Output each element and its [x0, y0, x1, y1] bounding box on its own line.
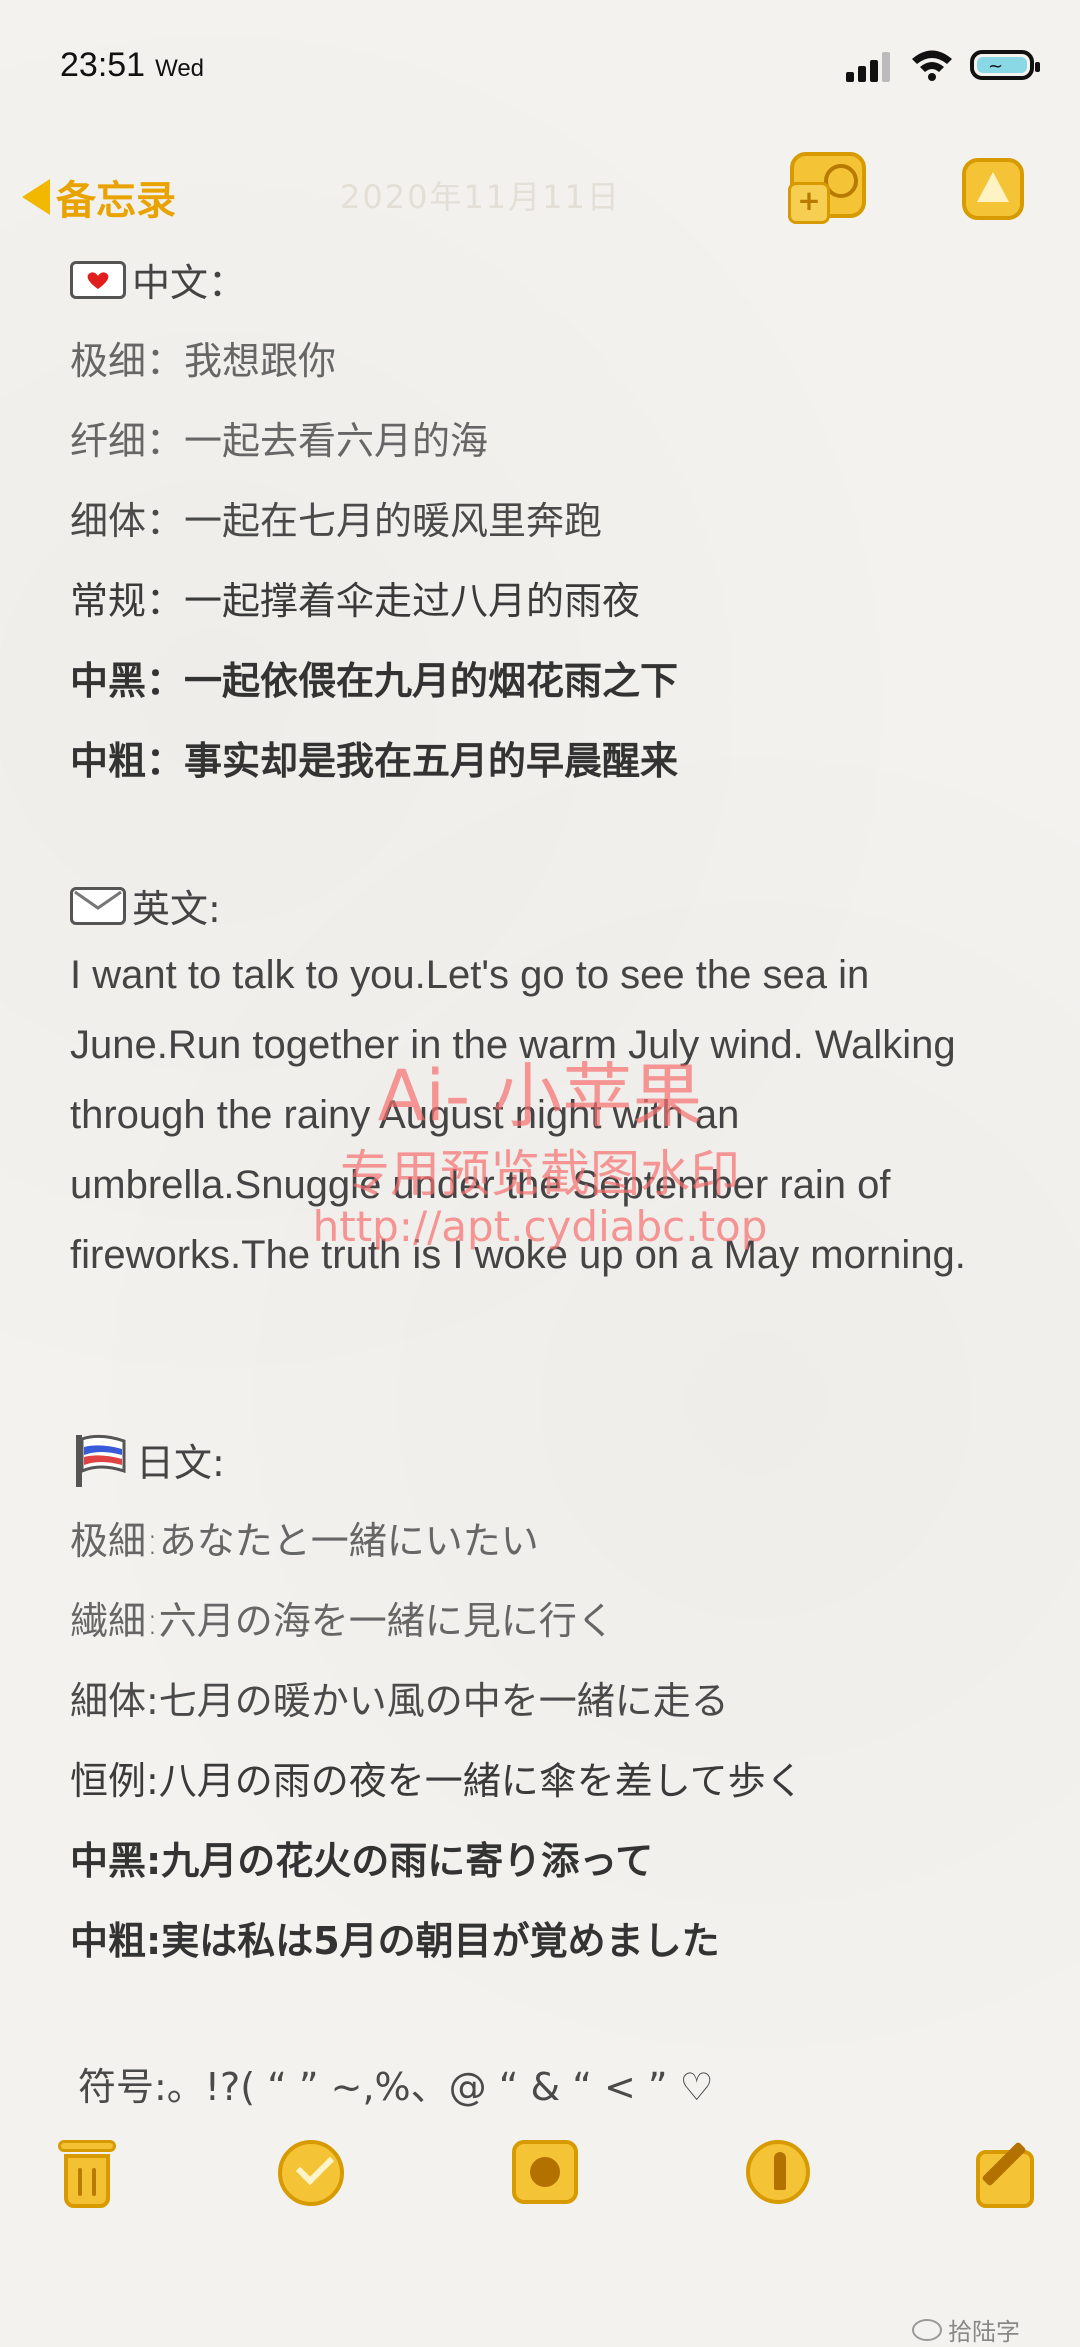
japanese-line: 极細:あなたと一緒にいたい	[70, 1519, 539, 1563]
compose-icon[interactable]	[976, 2141, 1034, 2208]
signal-icon	[846, 52, 896, 82]
japanese-line: 中黑:九月の花火の雨に寄り添って	[70, 1839, 654, 1883]
japanese-line: 細体:七月の暖かい風の中を一緒に走る	[70, 1679, 729, 1723]
chinese-line: 常规：一起撑着伞走过八月的雨夜	[70, 579, 641, 623]
symbols-line: 符号:。!?( “ ” ~,%、@ “ & “ < ” ♡	[78, 2065, 714, 2109]
back-arrow-icon	[22, 179, 50, 215]
add-people-icon[interactable]: +	[788, 152, 866, 224]
wifi-icon	[910, 48, 954, 86]
status-time: 23:51 Wed	[60, 46, 205, 84]
watermark-line-1: Ai- 小苹果	[377, 1055, 703, 1137]
camera-icon[interactable]	[512, 2140, 578, 2204]
section-header-japanese: 日文:	[70, 1432, 225, 1487]
back-button[interactable]: 备忘录	[22, 168, 176, 226]
trash-icon[interactable]	[58, 2140, 116, 2208]
more-icon[interactable]	[962, 158, 1024, 220]
japanese-line: 繊細:六月の海を一緒に見に行く	[70, 1599, 615, 1643]
checklist-icon[interactable]	[278, 2140, 344, 2206]
battery-icon: ~	[970, 50, 1040, 80]
chinese-line: 纤细：一起去看六月的海	[70, 419, 489, 463]
love-letter-icon	[70, 260, 126, 299]
wechat-icon	[912, 2318, 942, 2341]
wechat-credit: 拾陆字	[912, 2312, 1020, 2347]
envelope-icon	[70, 886, 126, 925]
section-header-english: 英文:	[70, 878, 221, 933]
chinese-line: 细体：一起在七月的暖风里奔跑	[70, 499, 603, 543]
note-date: 2020年11月11日	[340, 178, 621, 216]
watermark-line-2: 专用预览截图水印	[340, 1145, 740, 1203]
chinese-line: 中黑：一起依偎在九月的烟花雨之下	[70, 659, 679, 703]
section-header-chinese: 中文：	[70, 252, 246, 307]
status-day: Wed	[155, 55, 205, 82]
watermark-line-3: http://apt.cydiabc.top	[312, 1202, 768, 1251]
flag-icon	[70, 1433, 130, 1487]
japanese-line: 中粗:実は私は5月の朝目が覚めました	[70, 1919, 720, 1963]
chinese-line: 极细：我想跟你	[70, 339, 337, 383]
chinese-line: 中粗：事实却是我在五月的早晨醒来	[70, 739, 679, 783]
back-label: 备忘录	[56, 178, 176, 224]
markup-icon[interactable]	[746, 2140, 810, 2204]
japanese-line: 恒例:八月の雨の夜を一緒に傘を差して歩く	[70, 1759, 804, 1803]
